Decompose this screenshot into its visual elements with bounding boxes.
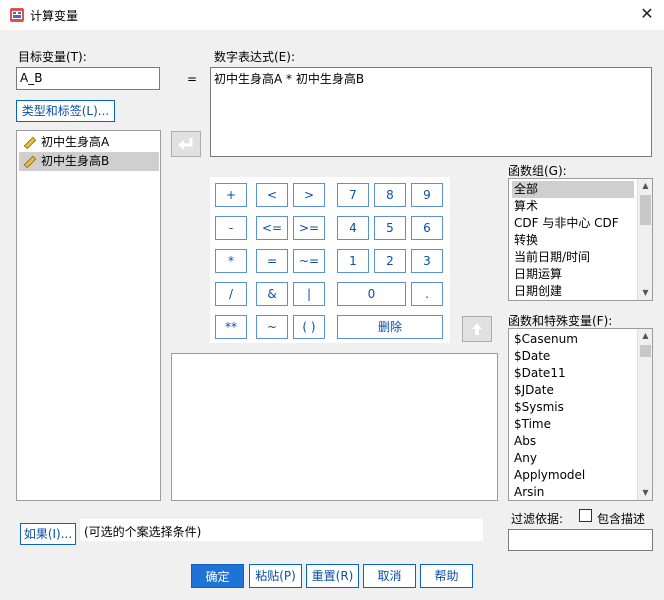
scroll-down-icon[interactable]: ▼ (638, 286, 652, 300)
key-1[interactable]: 1 (337, 249, 369, 273)
key-not-equal[interactable]: ~= (293, 249, 325, 273)
function-group-label: 函数组(G): (508, 164, 567, 178)
list-item[interactable]: Any (512, 450, 634, 467)
move-to-expression-button[interactable] (171, 131, 201, 157)
scroll-thumb[interactable] (640, 195, 651, 225)
key-less-equal[interactable]: <= (256, 216, 288, 240)
key-and[interactable]: & (256, 282, 288, 306)
scale-variable-icon (23, 136, 37, 150)
list-item[interactable]: Arsin (512, 484, 634, 500)
key-multiply[interactable]: * (215, 249, 247, 273)
key-6[interactable]: 6 (411, 216, 443, 240)
key-5[interactable]: 5 (374, 216, 406, 240)
title-bar (0, 0, 664, 30)
key-3[interactable]: 3 (411, 249, 443, 273)
list-item[interactable]: $JDate (512, 382, 634, 399)
list-item[interactable]: $Sysmis (512, 399, 634, 416)
paste-button[interactable]: 粘贴(P) (249, 564, 302, 588)
filter-input[interactable] (508, 529, 653, 551)
key-decimal[interactable]: . (411, 282, 443, 306)
list-item[interactable]: 全部 (512, 181, 634, 198)
arrow-left-icon (178, 138, 193, 150)
key-not[interactable]: ~ (256, 315, 288, 339)
ok-button[interactable]: 确定 (191, 564, 244, 588)
list-item[interactable]: Applymodel (512, 467, 634, 484)
insert-function-button[interactable] (462, 316, 492, 342)
condition-text: (可选的个案选择条件) (84, 525, 202, 539)
key-7[interactable]: 7 (337, 183, 369, 207)
list-item[interactable]: 当前日期/时间 (512, 249, 634, 266)
condition-text-box: (可选的个案选择条件) (80, 519, 483, 541)
key-or[interactable]: | (293, 282, 325, 306)
target-variable-input[interactable]: A_B (16, 67, 160, 90)
function-description-area (171, 353, 498, 501)
key-4[interactable]: 4 (337, 216, 369, 240)
list-item[interactable]: 初中生身高A (19, 133, 159, 152)
reset-button[interactable]: 重置(R) (306, 564, 359, 588)
key-greater-equal[interactable]: >= (293, 216, 325, 240)
list-item[interactable]: $Date (512, 348, 634, 365)
target-variable-label: 目标变量(T): (18, 50, 87, 64)
variable-name: 初中生身高A (41, 135, 110, 149)
function-group-scrollbar[interactable]: ▲ ▼ (637, 179, 652, 300)
key-2[interactable]: 2 (374, 249, 406, 273)
key-0[interactable]: 0 (337, 282, 406, 306)
scroll-up-icon[interactable]: ▲ (638, 329, 652, 343)
filter-label: 过滤依据: (511, 512, 564, 526)
list-item[interactable]: $Time (512, 416, 634, 433)
list-item[interactable]: Abs (512, 433, 634, 450)
key-8[interactable]: 8 (374, 183, 406, 207)
numeric-expression-label: 数字表达式(E): (214, 50, 295, 64)
scroll-up-icon[interactable]: ▲ (638, 179, 652, 193)
key-greater-than[interactable]: > (293, 183, 325, 207)
functions-scrollbar[interactable]: ▲ ▼ (637, 329, 652, 500)
include-description-checkbox[interactable] (579, 509, 592, 522)
list-item[interactable]: 日期运算 (512, 266, 634, 283)
key-divide[interactable]: / (215, 282, 247, 306)
scale-variable-icon (23, 155, 37, 169)
window-title: 计算变量 (30, 9, 79, 23)
function-group-list[interactable]: 全部 算术 CDF 与非中心 CDF 转换 当前日期/时间 日期运算 日期创建 … (508, 178, 653, 301)
app-icon (9, 7, 25, 23)
key-parentheses[interactable]: ( ) (293, 315, 325, 339)
arrow-up-icon (472, 323, 482, 335)
scroll-down-icon[interactable]: ▼ (638, 486, 652, 500)
key-9[interactable]: 9 (411, 183, 443, 207)
include-description-label: 包含描述 (597, 512, 646, 526)
calculator-pad: + < > 7 8 9 - <= >= 4 5 6 * = ~= 1 2 3 /… (210, 177, 450, 343)
functions-label: 函数和特殊变量(F): (508, 314, 613, 328)
numeric-expression-input[interactable]: 初中生身高A * 初中生身高B (210, 67, 652, 157)
key-minus[interactable]: - (215, 216, 247, 240)
type-and-label-button[interactable]: 类型和标签(L)... (16, 100, 115, 122)
source-variables-list[interactable]: 初中生身高A 初中生身高B (16, 130, 161, 501)
cancel-button[interactable]: 取消 (363, 564, 416, 588)
key-plus[interactable]: + (215, 183, 247, 207)
list-item[interactable]: CDF 与非中心 CDF (512, 215, 634, 232)
list-item[interactable]: 日期创建 (512, 283, 634, 300)
key-equals[interactable]: = (256, 249, 288, 273)
scroll-thumb[interactable] (640, 345, 651, 357)
list-item[interactable]: 转换 (512, 232, 634, 249)
list-item[interactable]: $Date11 (512, 365, 634, 382)
help-button[interactable]: 帮助 (420, 564, 473, 588)
if-condition-button[interactable]: 如果(I)... (20, 523, 76, 545)
close-icon[interactable]: ✕ (636, 3, 658, 25)
list-item[interactable]: 算术 (512, 198, 634, 215)
equals-sign: = (187, 72, 198, 86)
functions-list[interactable]: $Casenum $Date $Date11 $JDate $Sysmis $T… (508, 328, 653, 501)
variable-name: 初中生身高B (41, 154, 110, 168)
list-item[interactable]: 初中生身高B (19, 152, 159, 171)
key-power[interactable]: ** (215, 315, 247, 339)
key-delete[interactable]: 删除 (337, 315, 443, 339)
list-item[interactable]: $Casenum (512, 331, 634, 348)
key-less-than[interactable]: < (256, 183, 288, 207)
